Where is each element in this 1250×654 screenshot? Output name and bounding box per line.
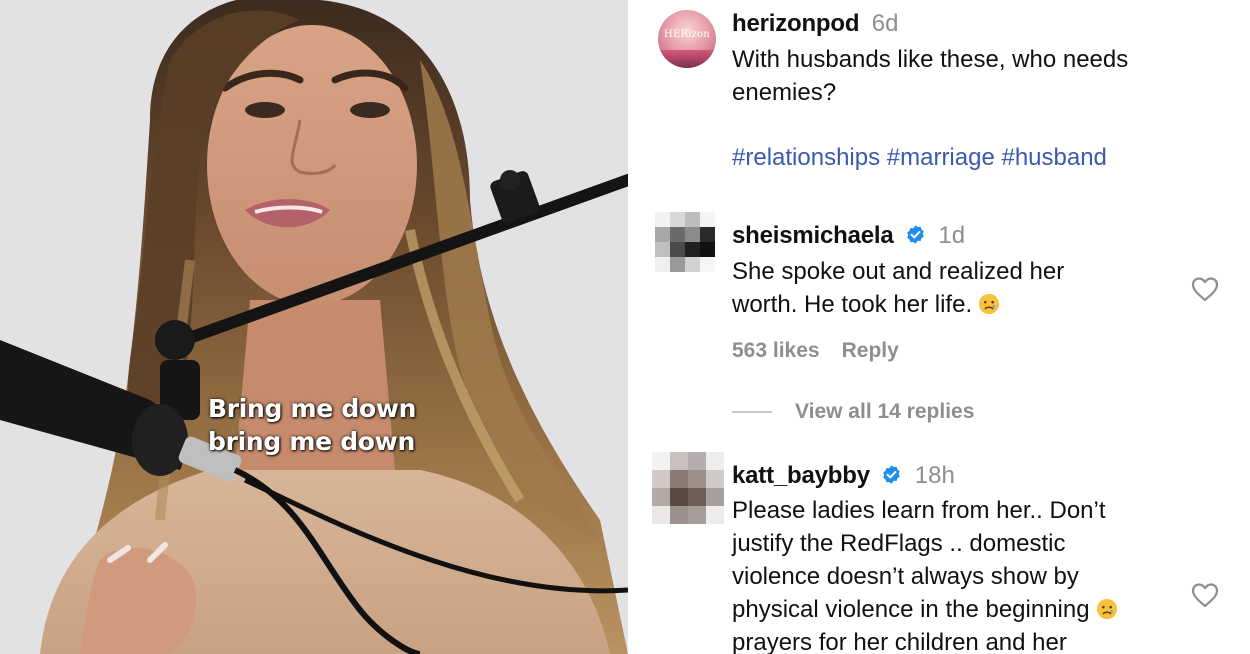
video-frame[interactable]: Bring me down bring me down (0, 0, 628, 654)
comment-2-header: katt_baybby 18h (732, 462, 955, 490)
view-replies-button[interactable]: View all 14 replies (732, 400, 974, 424)
owner-timestamp[interactable]: 6d (872, 10, 899, 37)
comment-1-meta: 563 likes Reply (732, 339, 899, 363)
comment-2-line-4: physical violence in the beginning (732, 593, 1118, 626)
post-hashtags[interactable]: #relationships #marriage #husband (732, 144, 1107, 172)
comment-2-line-4-text: physical violence in the beginning (732, 596, 1090, 623)
owner-header: herizonpod 6d (732, 10, 898, 38)
comment-2-line-1: Please ladies learn from her.. Don’t (732, 497, 1106, 524)
comment-2-username[interactable]: katt_baybby (732, 462, 870, 489)
caption-line-1: Bring me down (208, 394, 417, 423)
video-caption: Bring me down bring me down (208, 392, 416, 458)
crying-face-icon (979, 293, 1000, 315)
comment-2-line-3: violence doesn’t always show by (732, 563, 1079, 590)
like-heart-icon[interactable] (1190, 275, 1220, 303)
verified-badge-icon (907, 225, 924, 244)
owner-avatar[interactable]: HERizon (658, 10, 716, 68)
comment-2-line-2: justify the RedFlags .. domestic (732, 530, 1066, 557)
post-caption-line-2: enemies? (732, 79, 837, 106)
comment-1-header: sheismichaela 1d (732, 222, 965, 250)
comment-2-line-5: prayers for her children and her (732, 629, 1067, 654)
commenter-avatar-1[interactable] (655, 212, 715, 272)
caption-line-2: bring me down (208, 427, 415, 456)
video-scene (0, 0, 628, 654)
owner-avatar-sunset (658, 50, 716, 68)
post-caption: With husbands like these, who needs enem… (732, 43, 1128, 109)
view-replies-label: View all 14 replies (795, 400, 975, 423)
owner-avatar-logo: HERizon (664, 29, 710, 40)
commenter-avatar-2[interactable] (652, 452, 724, 524)
comments-panel: HERizon herizonpod 6d With husbands like… (628, 0, 1250, 654)
comment-2-timestamp[interactable]: 18h (915, 462, 955, 489)
replies-divider (732, 411, 772, 414)
comment-1-likes[interactable]: 563 likes (732, 339, 820, 362)
comment-1-line-2: worth. He took her life. (732, 288, 1064, 321)
comment-1-username[interactable]: sheismichaela (732, 222, 894, 249)
owner-username[interactable]: herizonpod (732, 10, 860, 37)
comment-2-text: Please ladies learn from her.. Don’t jus… (732, 494, 1118, 654)
comment-1-line-2-text: worth. He took her life. (732, 291, 973, 318)
comment-1-timestamp[interactable]: 1d (938, 222, 965, 249)
like-heart-icon[interactable] (1190, 581, 1220, 609)
screenshot-frame: Bring me down bring me down HERizon heri… (0, 0, 1250, 654)
verified-badge-icon (883, 465, 901, 484)
comment-1-line-1: She spoke out and realized her (732, 258, 1065, 285)
crying-face-icon (1096, 598, 1117, 620)
comment-1-text: She spoke out and realized her worth. He… (732, 255, 1064, 321)
post-caption-line-1: With husbands like these, who needs (732, 46, 1129, 73)
comment-1-reply-button[interactable]: Reply (842, 339, 899, 362)
